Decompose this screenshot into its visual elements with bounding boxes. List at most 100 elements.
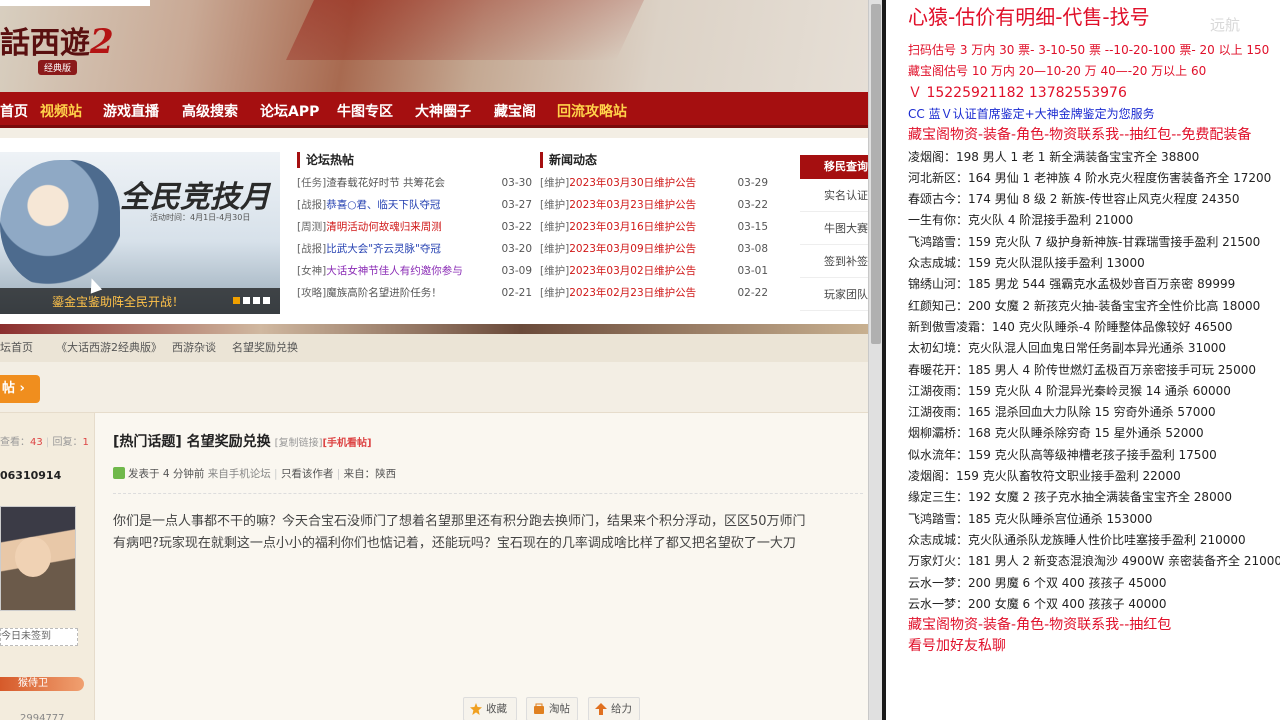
breadcrumb-board[interactable]: 《大话西游2经典版》 xyxy=(56,334,162,362)
nav-video[interactable]: 视频站 xyxy=(40,101,82,121)
doc-line: 红颜知己：200 女魔 2 新孩克火抽-装备宝宝齐全性价比高 18000 xyxy=(908,298,1261,313)
doc-line: 众志成城：克火队通杀队龙族睡人性价比哇塞接手盈利 210000 xyxy=(908,532,1246,547)
favorite-button[interactable]: 收藏 xyxy=(463,697,517,720)
side-link-signin[interactable]: 签到补签 xyxy=(800,245,868,278)
doc-line: 万家灯火：181 男人 2 新变态混浪淘沙 4900W 亲密装备齐全 21000… xyxy=(908,554,1280,569)
nav-return-guide[interactable]: 回流攻略站 xyxy=(557,101,627,121)
nav-treasure[interactable]: 藏宝阁 xyxy=(494,101,536,121)
slide-dot[interactable] xyxy=(253,297,260,304)
doc-line: 春颂古今：174 男仙 8 级 2 新族-传世容止风克火程度 24350 xyxy=(908,192,1240,207)
news-row[interactable]: [维护]2023年03月02日维护公告 03-01 xyxy=(540,260,768,282)
slide-dots xyxy=(233,297,270,304)
doc-line: CC 蓝Ｖ认证首席鉴定+大神金牌鉴定为您服务 xyxy=(908,106,1155,121)
slide-dot[interactable] xyxy=(243,297,250,304)
scrollbar[interactable] xyxy=(868,0,882,720)
breadcrumb-current: 名望奖励兑换 xyxy=(232,341,298,354)
slide-subtitle: 活动时间：4月1日-4月30日 xyxy=(150,213,251,222)
copy-link[interactable]: [复制链接] xyxy=(275,438,323,449)
hot-posts: 论坛热帖 [任务]渣春载花好时节 共筹花会 03-30 [战报]恭喜○君、临天下队夺… xyxy=(297,152,532,304)
character-art xyxy=(0,160,120,290)
side-link-contest[interactable]: 牛图大赛 xyxy=(800,212,868,245)
doc-line: 扫码估号 3 万内 30 票- 3-10-50 票 --10-20-100 票-… xyxy=(908,43,1270,57)
slide-title: 全民竞技月 xyxy=(120,180,270,215)
avatar[interactable] xyxy=(0,506,76,611)
doc-line: 藏宝阁估号 10 万内 20—10-20 万 40—-20 万以上 60 xyxy=(908,64,1207,79)
breadcrumb-home[interactable]: 坛首页 xyxy=(0,334,33,362)
breadcrumb-section[interactable]: 西游杂谈 xyxy=(172,334,216,362)
migration-query-button[interactable]: 移民查询 xyxy=(800,155,868,179)
doc-line: 云水一梦：200 男魔 6 个双 400 孩孩子 45000 xyxy=(908,575,1167,590)
slide-dot[interactable] xyxy=(263,297,270,304)
mobile-view-link[interactable]: [手机看帖] xyxy=(322,438,371,449)
doc-line: 春暖花开：185 男人 4 阶传世燃灯孟极百万亲密接手可玩 25000 xyxy=(908,362,1256,377)
slide-dot[interactable] xyxy=(233,297,240,304)
nav-pictures[interactable]: 牛图专区 xyxy=(337,101,393,121)
doc-line: 江湖夜雨：165 混杀回血大力队除 15 穷奇外通杀 57000 xyxy=(908,405,1216,420)
doc-line: 缘定三生：192 女魔 2 孩子克水抽全满装备宝宝齐全 28000 xyxy=(908,490,1232,505)
decorative-strip xyxy=(0,324,868,334)
nav-app[interactable]: 论坛APP xyxy=(260,101,319,121)
new-post-button[interactable]: 帖 › xyxy=(0,375,40,403)
doc-line: 云水一梦：200 女魔 6 个双 400 孩孩子 40000 xyxy=(908,596,1167,611)
header-banner: 話西遊2 经典版 xyxy=(0,0,868,92)
watermark: 远航 xyxy=(1210,16,1241,34)
doc-line: 似水流年：159 克火队高等级神槽老孩子接手盈利 17500 xyxy=(908,447,1217,462)
doc-line: 烟柳灞桥：168 克火队睡杀除穷奇 15 星外通杀 52000 xyxy=(908,426,1204,441)
address-strip xyxy=(0,0,150,6)
news-row[interactable]: [维护]2023年03月30日维护公告 03-29 xyxy=(540,172,768,194)
author-sidebar: 查看：43 | 回复：1 06310914 今日未签到 猴侍卫 2994777 xyxy=(0,413,95,720)
doc-title: 心猿-估价有明细-代售-找号 xyxy=(908,5,1150,29)
doc-line: 河北新区：164 男仙 1 老神族 4 阶水克火程度伤害装备齐全 17200 xyxy=(908,170,1272,185)
hot-post-row[interactable]: [战报]比武大会"齐云灵脉"夺冠 03-20 xyxy=(297,238,532,260)
hot-post-row[interactable]: [女神]大话女神节佳人有约邀你参与 03-09 xyxy=(297,260,532,282)
doc-line: 太初幻境：克火队混人回血鬼日常任务副本异光通杀 31000 xyxy=(908,341,1226,356)
news-row[interactable]: [维护]2023年03月23日维护公告 03-22 xyxy=(540,194,768,216)
news-row[interactable]: [维护]2023年03月09日维护公告 03-08 xyxy=(540,238,768,260)
document-panel: 远航 心猿-估价有明细-代售-找号扫码估号 3 万内 30 票- 3-10-50… xyxy=(886,0,1280,720)
signin-status: 今日未签到 xyxy=(0,628,78,646)
hot-post-row[interactable]: [任务]渣春载花好时节 共筹花会 03-30 xyxy=(297,172,532,194)
doc-line: 众志成城：159 克火队混队接手盈利 13000 xyxy=(908,256,1145,270)
star-icon xyxy=(470,703,482,715)
only-author-link[interactable]: 只看该作者 xyxy=(281,468,334,480)
hot-posts-heading: 论坛热帖 xyxy=(297,152,532,168)
rank-badge: 猴侍卫 xyxy=(0,677,84,691)
side-link-team[interactable]: 玩家团队招 xyxy=(800,278,868,311)
hot-post-row[interactable]: [战报]恭喜○君、临天下队夺冠 03-27 xyxy=(297,194,532,216)
mobile-icon xyxy=(113,467,125,479)
doc-line: 凌烟阁：159 克火队畜牧符文职业接手盈利 22000 xyxy=(908,469,1181,483)
news-heading: 新闻动态 xyxy=(540,152,768,168)
news-row[interactable]: [维护]2023年03月16日维护公告 03-15 xyxy=(540,216,768,238)
support-button[interactable]: 给力 xyxy=(588,697,640,720)
side-menu: 移民查询 实名认证 牛图大赛 签到补签 玩家团队招 xyxy=(800,155,868,311)
basket-icon xyxy=(534,703,544,714)
arrow-up-icon xyxy=(595,703,607,715)
forum-page: 話西遊2 经典版 首页 视频站 游戏直播 高级搜索 论坛APP 牛图专区 大神圈… xyxy=(0,0,868,720)
hot-post-row[interactable]: [周测]清明活动何故魂归来周测 03-22 xyxy=(297,216,532,238)
doc-line: 藏宝阁物资-装备-角色-物资联系我--抽红包--免费配装备 xyxy=(908,127,1252,144)
doc-line: 飞鸿踏雪：159 克火队 7 级护身新神族-甘霖瑞雪接手盈利 21500 xyxy=(908,234,1261,249)
doc-line: 看号加好友私聊 xyxy=(908,638,1006,655)
side-link-realname[interactable]: 实名认证 xyxy=(800,179,868,212)
screen: 話西遊2 经典版 首页 视频站 游戏直播 高级搜索 论坛APP 牛图专区 大神圈… xyxy=(0,0,1280,720)
author-name[interactable]: 06310914 xyxy=(0,469,61,482)
hot-post-row[interactable]: [攻略]魔族高阶名望进阶任务！ 02-21 xyxy=(297,282,532,304)
arrow-right-icon: › xyxy=(19,381,25,396)
nav-search[interactable]: 高级搜索 xyxy=(182,101,238,121)
divider xyxy=(113,493,863,494)
slideshow[interactable]: 全民竞技月 活动时间：4月1日-4月30日 鎏金宝鉴助阵全民开战！ xyxy=(0,152,280,314)
breadcrumb: 坛首页 《大话西游2经典版》 西游杂谈 名望奖励兑换 xyxy=(0,334,868,362)
thread: 查看：43 | 回复：1 06310914 今日未签到 猴侍卫 2994777 … xyxy=(0,412,868,720)
main-nav: 首页 视频站 游戏直播 高级搜索 论坛APP 牛图专区 大神圈子 藏宝阁 回流攻… xyxy=(0,92,868,128)
news-row[interactable]: [维护]2023年02月23日维护公告 02-22 xyxy=(540,282,768,304)
nav-home[interactable]: 首页 xyxy=(0,101,28,121)
nav-live[interactable]: 游戏直播 xyxy=(103,101,159,121)
doc-line: 锦绣山河：185 男龙 544 强霸克水孟极妙音百万亲密 89999 xyxy=(908,277,1236,292)
nav-circle[interactable]: 大神圈子 xyxy=(415,101,471,121)
slide-caption[interactable]: 鎏金宝鉴助阵全民开战！ xyxy=(52,293,184,310)
doc-line: 飞鸿踏雪：185 克火队睡杀宫位通杀 153000 xyxy=(908,511,1153,526)
doc-line: 新到傲雪凌霜：140 克火队睡杀-4 阶睡整体品像较好 46500 xyxy=(908,319,1233,334)
scrollbar-thumb[interactable] xyxy=(871,4,881,344)
game-logo[interactable]: 話西遊2 经典版 xyxy=(0,18,130,78)
collect-button[interactable]: 淘帖 xyxy=(526,697,578,720)
